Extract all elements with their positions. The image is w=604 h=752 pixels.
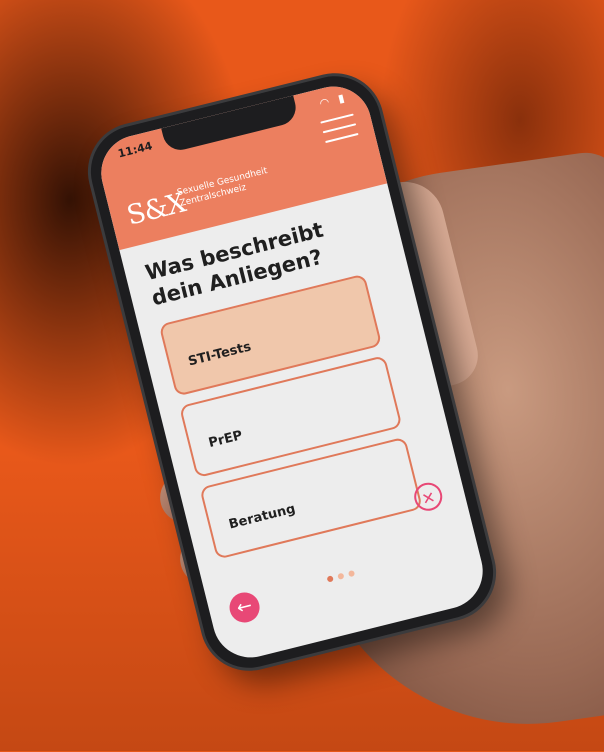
pagination-dot — [347, 569, 356, 578]
arrow-left-icon: ← — [234, 594, 255, 620]
pagination-dot — [326, 575, 334, 583]
option-label: STI-Tests — [186, 339, 253, 370]
pagination-dots — [324, 560, 361, 586]
back-button[interactable]: ← — [226, 589, 263, 626]
org-name: Sexuelle Gesundheit Zentralschweiz — [176, 166, 271, 210]
pagination-dot — [337, 572, 345, 580]
option-label: PrEP — [207, 428, 245, 452]
hamburger-menu-icon[interactable] — [320, 112, 359, 145]
close-icon: ✕ — [419, 487, 438, 510]
wifi-battery-icon: ◠ ▮ — [318, 90, 349, 111]
option-label: Beratung — [227, 501, 297, 533]
